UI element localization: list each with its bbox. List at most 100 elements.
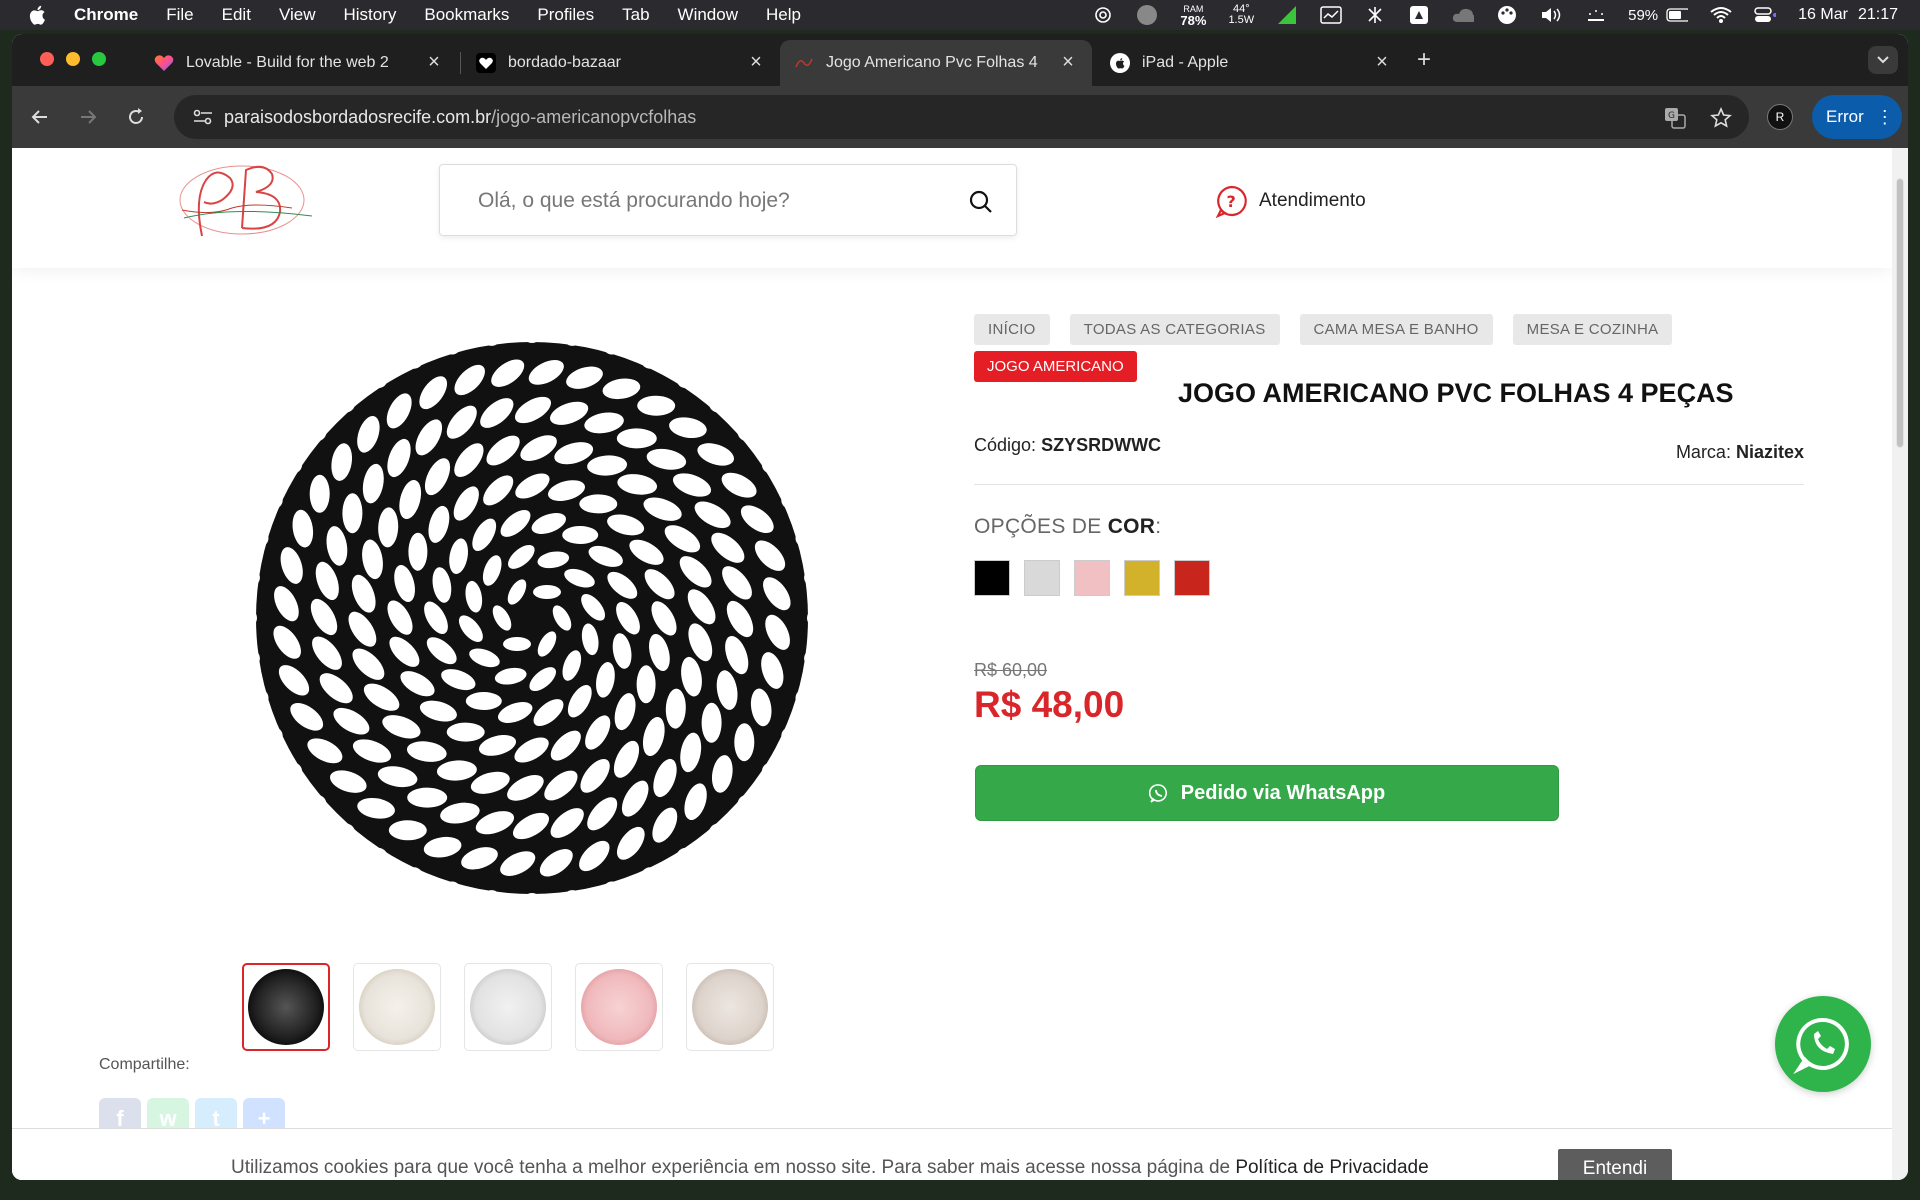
- menu-bookmarks[interactable]: Bookmarks: [424, 5, 509, 25]
- site-settings-icon[interactable]: [192, 107, 214, 127]
- new-tab-button[interactable]: +: [1412, 48, 1436, 72]
- menu-view[interactable]: View: [279, 5, 316, 25]
- support-link[interactable]: ? Atendimento: [1215, 184, 1366, 219]
- lovable-heart-icon: [154, 53, 174, 73]
- cloud-icon[interactable]: [1452, 6, 1475, 24]
- breadcrumb-cama-mesa-banho[interactable]: CAMA MESA E BANHO: [1299, 314, 1493, 345]
- breadcrumb: INÍCIO TODAS AS CATEGORIAS CAMA MESA E B…: [974, 314, 1673, 345]
- code-label: Código:: [974, 435, 1037, 455]
- close-tab-icon[interactable]: ×: [424, 52, 444, 72]
- volume-icon[interactable]: [1540, 6, 1562, 24]
- thumbnail-cream[interactable]: [353, 963, 441, 1051]
- product-main-image[interactable]: [237, 325, 827, 911]
- temp-stat[interactable]: 44° 1.5W: [1228, 4, 1254, 26]
- power-label: 1.5W: [1228, 14, 1255, 26]
- whatsapp-order-button[interactable]: Pedido via WhatsApp: [975, 765, 1559, 821]
- perplexity-icon[interactable]: [1364, 6, 1386, 24]
- page-scrollbar[interactable]: [1892, 148, 1908, 1180]
- breadcrumb-jogo-americano[interactable]: JOGO AMERICANO: [974, 351, 1137, 382]
- reload-button[interactable]: [124, 105, 148, 129]
- divider: [974, 484, 1804, 485]
- forward-button[interactable]: [76, 105, 100, 129]
- ram-value: 78%: [1180, 13, 1207, 28]
- tab-title: Jogo Americano Pvc Folhas 4: [826, 54, 1038, 71]
- apple-menu-icon[interactable]: [26, 4, 48, 26]
- close-tab-icon[interactable]: ×: [746, 52, 766, 72]
- breadcrumb-todas-categorias[interactable]: TODAS AS CATEGORIAS: [1069, 314, 1280, 345]
- menu-edit[interactable]: Edit: [222, 5, 251, 25]
- swatch-black[interactable]: [974, 560, 1010, 596]
- help-question-icon: ?: [1215, 184, 1249, 219]
- menu-history[interactable]: History: [343, 5, 396, 25]
- thumbnail-silver[interactable]: [464, 963, 552, 1051]
- keyboard-brightness-icon[interactable]: [1584, 6, 1606, 24]
- battery-percent: 59%: [1628, 6, 1659, 24]
- swatch-silver[interactable]: [1024, 560, 1060, 596]
- activity-monitor-icon[interactable]: [1320, 6, 1342, 24]
- control-center-icon[interactable]: [1754, 6, 1777, 24]
- signal-bars-icon[interactable]: [1276, 6, 1298, 24]
- tab-bordado-bazaar[interactable]: bordado-bazaar ×: [462, 40, 780, 86]
- reload-icon: [129, 108, 143, 124]
- wifi-icon[interactable]: [1710, 6, 1732, 24]
- product-thumbnails: [242, 963, 774, 1051]
- swatch-gold[interactable]: [1124, 560, 1160, 596]
- close-tab-icon[interactable]: ×: [1058, 52, 1078, 72]
- tab-search-button[interactable]: [1868, 46, 1898, 74]
- thumbnail-disc: [248, 969, 324, 1045]
- thumbnail-disc: [359, 969, 435, 1045]
- breadcrumb-mesa-cozinha[interactable]: MESA E COZINHA: [1512, 314, 1673, 345]
- thumbnail-disc: [581, 969, 657, 1045]
- thumbnail-pink[interactable]: [575, 963, 663, 1051]
- profile-initial: R: [1775, 110, 1785, 124]
- browser-window: Lovable - Build for the web 2 × bordado-…: [12, 34, 1908, 1180]
- thumbnail-beige[interactable]: [686, 963, 774, 1051]
- menu-help[interactable]: Help: [766, 5, 801, 25]
- whatsapp-floating-button[interactable]: [1775, 996, 1871, 1092]
- menu-file[interactable]: File: [166, 5, 193, 25]
- site-logo[interactable]: [172, 158, 322, 248]
- cookie-banner: Utilizamos cookies para que você tenha a…: [12, 1128, 1892, 1180]
- svg-text:?: ?: [1227, 192, 1236, 211]
- drive-icon[interactable]: [1408, 6, 1430, 24]
- options-prefix: OPÇÕES DE: [974, 515, 1108, 538]
- ram-stat[interactable]: RAM 78%: [1180, 4, 1207, 28]
- breadcrumb-inicio[interactable]: INÍCIO: [974, 314, 1050, 345]
- back-button[interactable]: [28, 105, 52, 129]
- menu-window[interactable]: Window: [678, 5, 738, 25]
- profile-avatar[interactable]: R: [1767, 104, 1793, 130]
- search-input[interactable]: [478, 185, 938, 217]
- cookie-accept-button[interactable]: Entendi: [1558, 1149, 1672, 1180]
- palette-icon[interactable]: [1496, 6, 1518, 24]
- thumbnail-black[interactable]: [242, 963, 330, 1051]
- swatch-red[interactable]: [1174, 560, 1210, 596]
- close-tab-icon[interactable]: ×: [1372, 52, 1392, 72]
- translate-icon[interactable]: G: [1664, 107, 1686, 129]
- menu-tab[interactable]: Tab: [622, 5, 649, 25]
- arrow-right-icon: [81, 110, 97, 124]
- user-circle-icon[interactable]: [1136, 5, 1158, 25]
- search-icon[interactable]: [968, 189, 994, 215]
- menu-app-name[interactable]: Chrome: [74, 5, 138, 25]
- menubar-time: 21:17: [1857, 6, 1898, 23]
- bookmark-star-icon[interactable]: [1710, 107, 1732, 129]
- minimize-window-button[interactable]: [66, 52, 80, 66]
- openai-icon[interactable]: [1092, 6, 1114, 24]
- battery-icon[interactable]: [1666, 6, 1689, 24]
- address-bar[interactable]: paraisodosbordadosrecife.com.br/jogo-ame…: [174, 95, 1749, 139]
- url-path: /jogo-americanopvcfolhas: [491, 107, 697, 127]
- site-header: ? Atendimento: [12, 148, 1892, 268]
- zoom-window-button[interactable]: [92, 52, 106, 66]
- tab-jogo-americano[interactable]: Jogo Americano Pvc Folhas 4 ×: [780, 40, 1092, 86]
- privacy-policy-link[interactable]: Política de Privacidade: [1235, 1157, 1428, 1178]
- menu-profiles[interactable]: Profiles: [537, 5, 594, 25]
- swatch-pink[interactable]: [1074, 560, 1110, 596]
- close-window-button[interactable]: [40, 52, 54, 66]
- brand-value[interactable]: Niazitex: [1736, 442, 1804, 462]
- tab-ipad-apple[interactable]: iPad - Apple ×: [1096, 40, 1406, 86]
- scrollbar-thumb[interactable]: [1896, 178, 1904, 448]
- tab-lovable[interactable]: Lovable - Build for the web 2 ×: [140, 40, 458, 86]
- thumbnail-disc: [470, 969, 546, 1045]
- thumbnail-disc: [692, 969, 768, 1045]
- profile-error-button[interactable]: Error ⋮: [1812, 95, 1902, 139]
